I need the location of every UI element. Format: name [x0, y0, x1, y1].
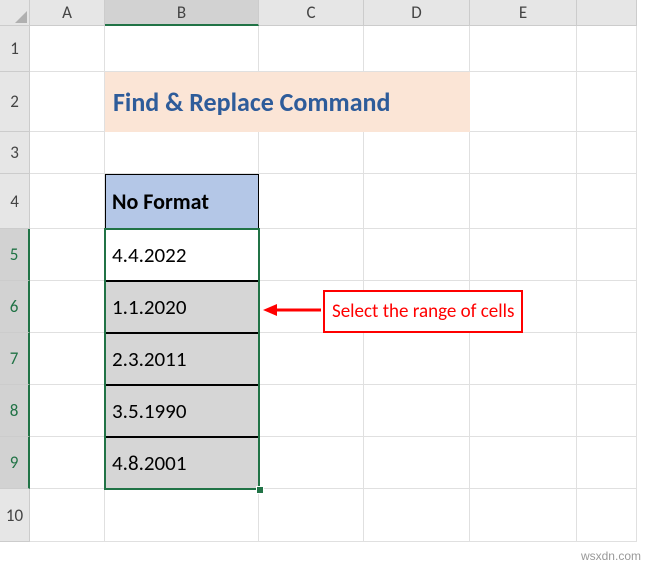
- cell-f8[interactable]: [577, 385, 637, 437]
- cell-a5[interactable]: [30, 229, 105, 281]
- cell-d4[interactable]: [364, 174, 470, 229]
- row-header-6[interactable]: 6: [0, 281, 30, 333]
- cell-d5[interactable]: [364, 229, 470, 281]
- col-header-e[interactable]: E: [470, 0, 577, 26]
- callout-text: Select the range of cells: [332, 300, 514, 323]
- cell-b5[interactable]: 4.4.2022: [105, 229, 259, 281]
- cell-d1[interactable]: [364, 26, 470, 72]
- cell-e5[interactable]: [470, 229, 577, 281]
- row-header-5[interactable]: 5: [0, 229, 30, 281]
- cell-a10[interactable]: [30, 489, 105, 542]
- cell-e7[interactable]: [470, 333, 577, 385]
- col-header-c[interactable]: C: [259, 0, 364, 26]
- column-headers: A B C D E: [30, 0, 637, 26]
- cell-f5[interactable]: [577, 229, 637, 281]
- cell-b6[interactable]: 1.1.2020: [105, 281, 259, 333]
- cell-c10[interactable]: [259, 489, 364, 542]
- cell-a2[interactable]: [30, 72, 105, 132]
- cell-c7[interactable]: [259, 333, 364, 385]
- col-header-b[interactable]: B: [105, 0, 259, 26]
- cell-f3[interactable]: [577, 132, 637, 174]
- cell-e2[interactable]: [470, 72, 577, 132]
- cell-e3[interactable]: [470, 132, 577, 174]
- cell-d9[interactable]: [364, 437, 470, 489]
- table-header[interactable]: No Format: [105, 174, 259, 229]
- cell-b3[interactable]: [105, 132, 259, 174]
- cell-f6[interactable]: [577, 281, 637, 333]
- cell-d10[interactable]: [364, 489, 470, 542]
- cell-c5[interactable]: [259, 229, 364, 281]
- cell-a4[interactable]: [30, 174, 105, 229]
- cell-d3[interactable]: [364, 132, 470, 174]
- cell-c3[interactable]: [259, 132, 364, 174]
- row-header-1[interactable]: 1: [0, 26, 30, 72]
- cell-f1[interactable]: [577, 26, 637, 72]
- col-header-a[interactable]: A: [30, 0, 105, 26]
- cell-d8[interactable]: [364, 385, 470, 437]
- cell-b9[interactable]: 4.8.2001: [105, 437, 259, 489]
- arrow-icon: [263, 300, 323, 320]
- row-header-4[interactable]: 4: [0, 174, 30, 229]
- cell-e10[interactable]: [470, 489, 577, 542]
- cell-f7[interactable]: [577, 333, 637, 385]
- cell-e9[interactable]: [470, 437, 577, 489]
- cell-a3[interactable]: [30, 132, 105, 174]
- cell-c1[interactable]: [259, 26, 364, 72]
- cell-f4[interactable]: [577, 174, 637, 229]
- cell-f9[interactable]: [577, 437, 637, 489]
- cell-a8[interactable]: [30, 385, 105, 437]
- col-header-d[interactable]: D: [364, 0, 470, 26]
- cell-d7[interactable]: [364, 333, 470, 385]
- cell-e8[interactable]: [470, 385, 577, 437]
- cell-a6[interactable]: [30, 281, 105, 333]
- cell-c4[interactable]: [259, 174, 364, 229]
- row-header-8[interactable]: 8: [0, 385, 30, 437]
- cell-b7[interactable]: 2.3.2011: [105, 333, 259, 385]
- row-header-10[interactable]: 10: [0, 489, 30, 542]
- row-header-3[interactable]: 3: [0, 132, 30, 174]
- row-header-2[interactable]: 2: [0, 72, 30, 132]
- callout-box: Select the range of cells: [323, 290, 523, 333]
- cells-area: Find & Replace Command No Format 4.4.202…: [30, 26, 637, 542]
- col-header-f[interactable]: [577, 0, 637, 26]
- row-header-9[interactable]: 9: [0, 437, 30, 489]
- cell-c8[interactable]: [259, 385, 364, 437]
- cell-b8[interactable]: 3.5.1990: [105, 385, 259, 437]
- cell-a1[interactable]: [30, 26, 105, 72]
- cell-f10[interactable]: [577, 489, 637, 542]
- cell-e1[interactable]: [470, 26, 577, 72]
- cell-b10[interactable]: [105, 489, 259, 542]
- cell-a9[interactable]: [30, 437, 105, 489]
- row-header-7[interactable]: 7: [0, 333, 30, 385]
- cell-e4[interactable]: [470, 174, 577, 229]
- row-headers: 1 2 3 4 5 6 7 8 9 10: [0, 26, 30, 542]
- cell-b1[interactable]: [105, 26, 259, 72]
- fill-handle[interactable]: [256, 486, 264, 494]
- title-cell[interactable]: Find & Replace Command: [105, 72, 470, 132]
- cell-c9[interactable]: [259, 437, 364, 489]
- watermark: wsxdn.com: [581, 549, 641, 563]
- select-all-corner[interactable]: [0, 0, 30, 26]
- cell-a7[interactable]: [30, 333, 105, 385]
- cell-f2[interactable]: [577, 72, 637, 132]
